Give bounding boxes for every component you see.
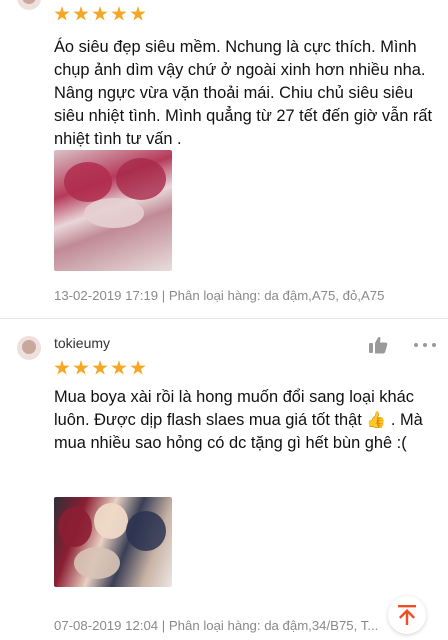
photo-detail xyxy=(64,162,112,202)
photo-detail xyxy=(84,198,144,228)
photo-detail xyxy=(58,507,92,547)
review-item: Áo siêu đẹp siêu mềm. Nchung là cực thíc… xyxy=(0,0,448,318)
star-icon xyxy=(92,360,108,375)
avatar[interactable] xyxy=(17,0,41,10)
review-text: Áo siêu đẹp siêu mềm. Nchung là cực thíc… xyxy=(54,38,433,148)
scroll-to-top-icon xyxy=(398,605,416,625)
star-icon xyxy=(111,6,127,21)
review-meta: 13-02-2019 17:19 | Phân loại hàng: da đậ… xyxy=(54,288,385,303)
star-icon xyxy=(54,360,70,375)
avatar[interactable] xyxy=(17,336,41,360)
star-rating xyxy=(54,6,146,22)
photo-detail xyxy=(116,158,166,200)
star-rating xyxy=(54,360,146,376)
photo-detail xyxy=(94,503,128,539)
star-icon xyxy=(54,6,70,21)
star-icon xyxy=(130,360,146,375)
review-photo[interactable] xyxy=(54,497,172,587)
star-icon xyxy=(130,6,146,21)
review-meta: 07-08-2019 12:04 | Phân loại hàng: da đậ… xyxy=(54,618,379,633)
thumbs-up-emoji: 👍 xyxy=(366,412,387,429)
star-icon xyxy=(111,360,127,375)
more-options-icon[interactable] xyxy=(414,343,436,349)
review-text: Mua boya xài rồi là hong muốn đổi sang l… xyxy=(54,386,434,455)
review-item: tokieumy Mua boya xài rồi là hong muốn đ… xyxy=(0,319,448,640)
star-icon xyxy=(73,6,89,21)
star-icon xyxy=(92,6,108,21)
review-text-part: Mua boya xài rồi là hong muốn đổi sang l… xyxy=(54,388,414,429)
star-icon xyxy=(73,360,89,375)
photo-detail xyxy=(74,547,120,579)
review-photo[interactable] xyxy=(54,150,172,271)
thumbs-up-icon[interactable] xyxy=(368,336,388,354)
scroll-to-top-button[interactable] xyxy=(388,596,426,634)
photo-detail xyxy=(126,511,166,551)
review-username[interactable]: tokieumy xyxy=(54,335,110,351)
